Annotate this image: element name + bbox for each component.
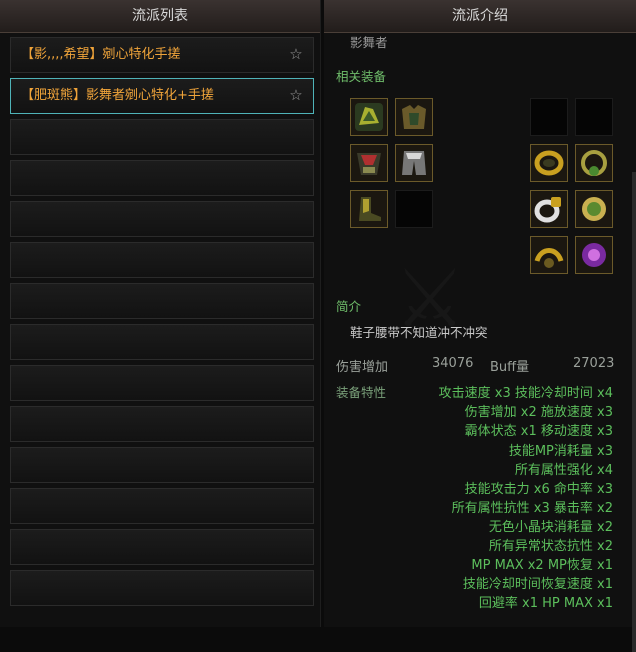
build-list-header: 流派列表 xyxy=(0,0,320,33)
build-list-item[interactable]: 【影,,,,希望】剜心特化手搓 ☆ xyxy=(10,37,314,73)
top-armor-icon[interactable] xyxy=(395,98,433,136)
trait-line: MP MAX x2 MP恢复 x1 xyxy=(471,558,613,573)
traits-label: 装备特性 xyxy=(336,385,387,400)
intro-text: 鞋子腰带不知道冲不冲突 xyxy=(350,325,488,340)
empty-list-row xyxy=(10,201,314,237)
trait-line: 技能攻击力 x6 命中率 x3 xyxy=(464,482,613,497)
star-icon[interactable]: ☆ xyxy=(288,87,304,103)
class-name: 影舞者 xyxy=(350,35,388,50)
trait-line: 所有异常状态抗性 x2 xyxy=(488,539,613,554)
empty-list-row xyxy=(10,529,314,565)
empty-list-row xyxy=(10,160,314,196)
empty-list-row xyxy=(10,447,314,483)
damage-label: 伤害增加 xyxy=(336,360,389,375)
earring-icon[interactable] xyxy=(575,190,613,228)
build-list-panel: 流派列表 【影,,,,希望】剜心特化手搓 ☆ 【肥斑熊】影舞者剜心特化+手搓 ☆ xyxy=(0,0,321,627)
magic-stone-icon[interactable] xyxy=(530,236,568,274)
detail-scrollbar[interactable] xyxy=(632,172,636,652)
belt-armor-icon[interactable] xyxy=(350,144,388,182)
empty-equipment-slot xyxy=(530,98,568,136)
build-list: 【影,,,,希望】剜心特化手搓 ☆ 【肥斑熊】影舞者剜心特化+手搓 ☆ xyxy=(10,37,314,611)
build-detail-panel: 流派介绍 影舞者 相关装备 简介 鞋子腰带不知道冲不冲突 伤害增加 34076 … xyxy=(324,0,636,652)
bracelet-icon[interactable] xyxy=(530,144,568,182)
build-list-item-label: 【肥斑熊】影舞者剜心特化+手搓 xyxy=(21,88,214,103)
build-detail-header: 流派介绍 xyxy=(324,0,636,33)
intro-label: 简介 xyxy=(336,299,362,314)
trait-line: 技能冷却时间恢复速度 x1 xyxy=(462,577,613,592)
trait-line: 伤害增加 x2 施放速度 x3 xyxy=(464,405,613,420)
empty-list-row xyxy=(10,570,314,606)
necklace-icon[interactable] xyxy=(575,144,613,182)
empty-equipment-slot xyxy=(395,190,433,228)
empty-equipment-slot xyxy=(575,98,613,136)
empty-list-row xyxy=(10,324,314,360)
empty-list-row xyxy=(10,365,314,401)
shoulder-armor-icon[interactable] xyxy=(350,98,388,136)
empty-list-row xyxy=(10,488,314,524)
build-detail-content: 影舞者 相关装备 简介 鞋子腰带不知道冲不冲突 伤害增加 34076 Buff量… xyxy=(324,32,636,652)
trait-line: 霸体状态 x1 移动速度 x3 xyxy=(464,424,613,439)
trait-line: 无色小晶块消耗量 x2 xyxy=(488,520,613,535)
build-list-item-selected[interactable]: 【肥斑熊】影舞者剜心特化+手搓 ☆ xyxy=(10,78,314,114)
trait-line: 技能MP消耗量 x3 xyxy=(508,444,613,459)
trait-line: 攻击速度 x3 技能冷却时间 x4 xyxy=(438,386,613,401)
trait-line: 所有属性抗性 x3 暴击率 x2 xyxy=(451,501,613,516)
damage-value: 34076 xyxy=(432,356,474,371)
buff-value: 27023 xyxy=(573,356,615,371)
build-list-item-label: 【影,,,,希望】剜心特化手搓 xyxy=(21,47,181,62)
empty-list-row xyxy=(10,119,314,155)
empty-list-row xyxy=(10,242,314,278)
empty-list-row xyxy=(10,406,314,442)
support-icon[interactable] xyxy=(575,236,613,274)
star-icon[interactable]: ☆ xyxy=(288,46,304,62)
pants-armor-icon[interactable] xyxy=(395,144,433,182)
buff-label: Buff量 xyxy=(490,360,530,375)
shoes-armor-icon[interactable] xyxy=(350,190,388,228)
equip-section-label: 相关装备 xyxy=(336,69,387,84)
ring-icon[interactable] xyxy=(530,190,568,228)
empty-list-row xyxy=(10,283,314,319)
trait-line: 回避率 x1 HP MAX x1 xyxy=(478,596,613,611)
trait-line: 所有属性强化 x4 xyxy=(514,463,613,478)
